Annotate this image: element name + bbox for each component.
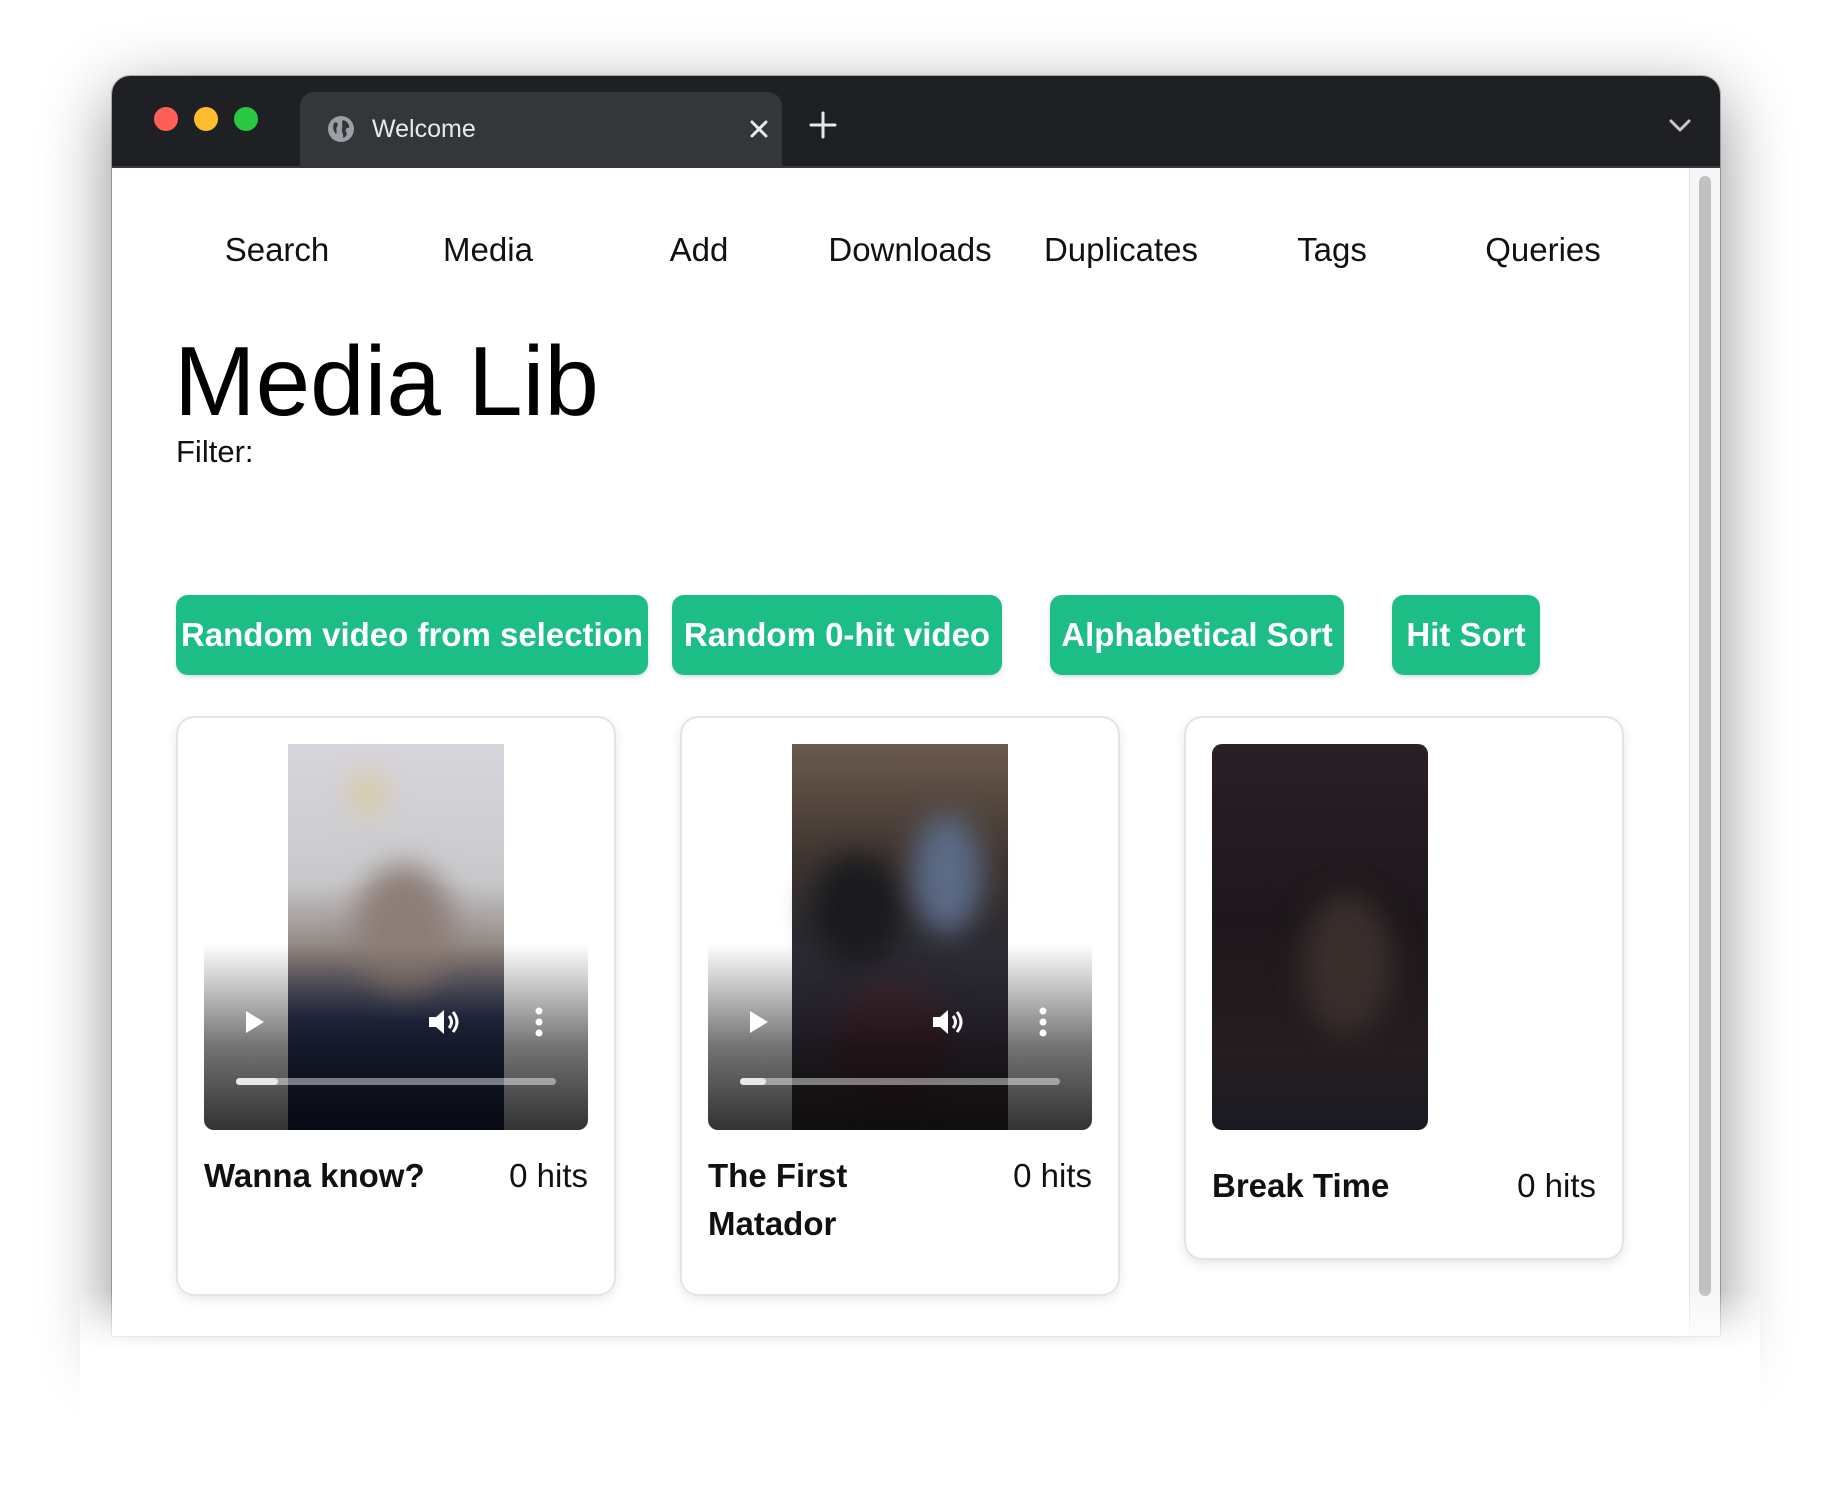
media-card[interactable]: The First Matador 0 hits [682, 718, 1118, 1294]
tab-welcome[interactable]: Welcome [300, 92, 782, 168]
random-video-from-selection-button[interactable]: Random video from selection [176, 595, 648, 675]
browser-window: Welcome Search Media Add Downloads Dupli… [112, 76, 1720, 1336]
video-progress-fill [740, 1078, 766, 1085]
window-shadow-fade [80, 1290, 1760, 1486]
hit-sort-button[interactable]: Hit Sort [1392, 595, 1540, 675]
more-options-icon[interactable] [1038, 1006, 1048, 1038]
scrollbar-thumb[interactable] [1699, 176, 1711, 1296]
globe-icon [328, 116, 354, 142]
nav-item-duplicates[interactable]: Duplicates [1016, 230, 1226, 270]
media-card[interactable]: Break Time 0 hits [1186, 718, 1622, 1258]
video-controls [204, 944, 588, 1130]
video-progress-bar[interactable] [740, 1078, 1060, 1085]
nav-item-search[interactable]: Search [172, 230, 382, 270]
random-zero-hit-video-button[interactable]: Random 0-hit video [672, 595, 1002, 675]
page-title: Media Lib [174, 326, 599, 436]
browser-titlebar: Welcome [112, 76, 1720, 168]
video-player[interactable] [204, 744, 588, 1130]
nav-item-add[interactable]: Add [594, 230, 804, 270]
close-tab-icon[interactable] [746, 116, 772, 142]
media-title[interactable]: Wanna know? [204, 1152, 454, 1200]
video-progress-bar[interactable] [236, 1078, 556, 1085]
new-tab-icon[interactable] [808, 110, 838, 140]
page-viewport: Search Media Add Downloads Duplicates Ta… [112, 168, 1720, 1336]
video-thumbnail-image [1212, 744, 1428, 1130]
video-player[interactable] [708, 744, 1092, 1130]
scrollbar[interactable] [1689, 168, 1720, 1336]
nav-item-downloads[interactable]: Downloads [805, 230, 1015, 270]
volume-icon[interactable] [426, 1006, 462, 1038]
nav-item-queries[interactable]: Queries [1438, 230, 1648, 270]
chevron-down-icon[interactable] [1668, 118, 1692, 134]
video-controls [708, 944, 1092, 1130]
nav-item-media[interactable]: Media [383, 230, 593, 270]
media-title[interactable]: The First Matador [708, 1152, 958, 1248]
play-icon[interactable] [746, 1008, 772, 1036]
media-card[interactable]: Wanna know? 0 hits [178, 718, 614, 1294]
play-icon[interactable] [242, 1008, 268, 1036]
video-progress-fill [236, 1078, 278, 1085]
close-window-button[interactable] [154, 107, 178, 131]
media-hit-count: 0 hits [1517, 1167, 1596, 1204]
volume-icon[interactable] [930, 1006, 966, 1038]
media-title[interactable]: Break Time [1212, 1162, 1462, 1210]
media-hit-count: 0 hits [509, 1157, 588, 1194]
more-options-icon[interactable] [534, 1006, 544, 1038]
nav-item-tags[interactable]: Tags [1227, 230, 1437, 270]
main-nav: Search Media Add Downloads Duplicates Ta… [172, 230, 1652, 290]
video-thumbnail[interactable] [1212, 744, 1428, 1130]
maximize-window-button[interactable] [234, 107, 258, 131]
alphabetical-sort-button[interactable]: Alphabetical Sort [1050, 595, 1344, 675]
tab-title: Welcome [372, 115, 476, 143]
minimize-window-button[interactable] [194, 107, 218, 131]
media-hit-count: 0 hits [1013, 1157, 1092, 1194]
filter-label: Filter: [176, 434, 254, 469]
